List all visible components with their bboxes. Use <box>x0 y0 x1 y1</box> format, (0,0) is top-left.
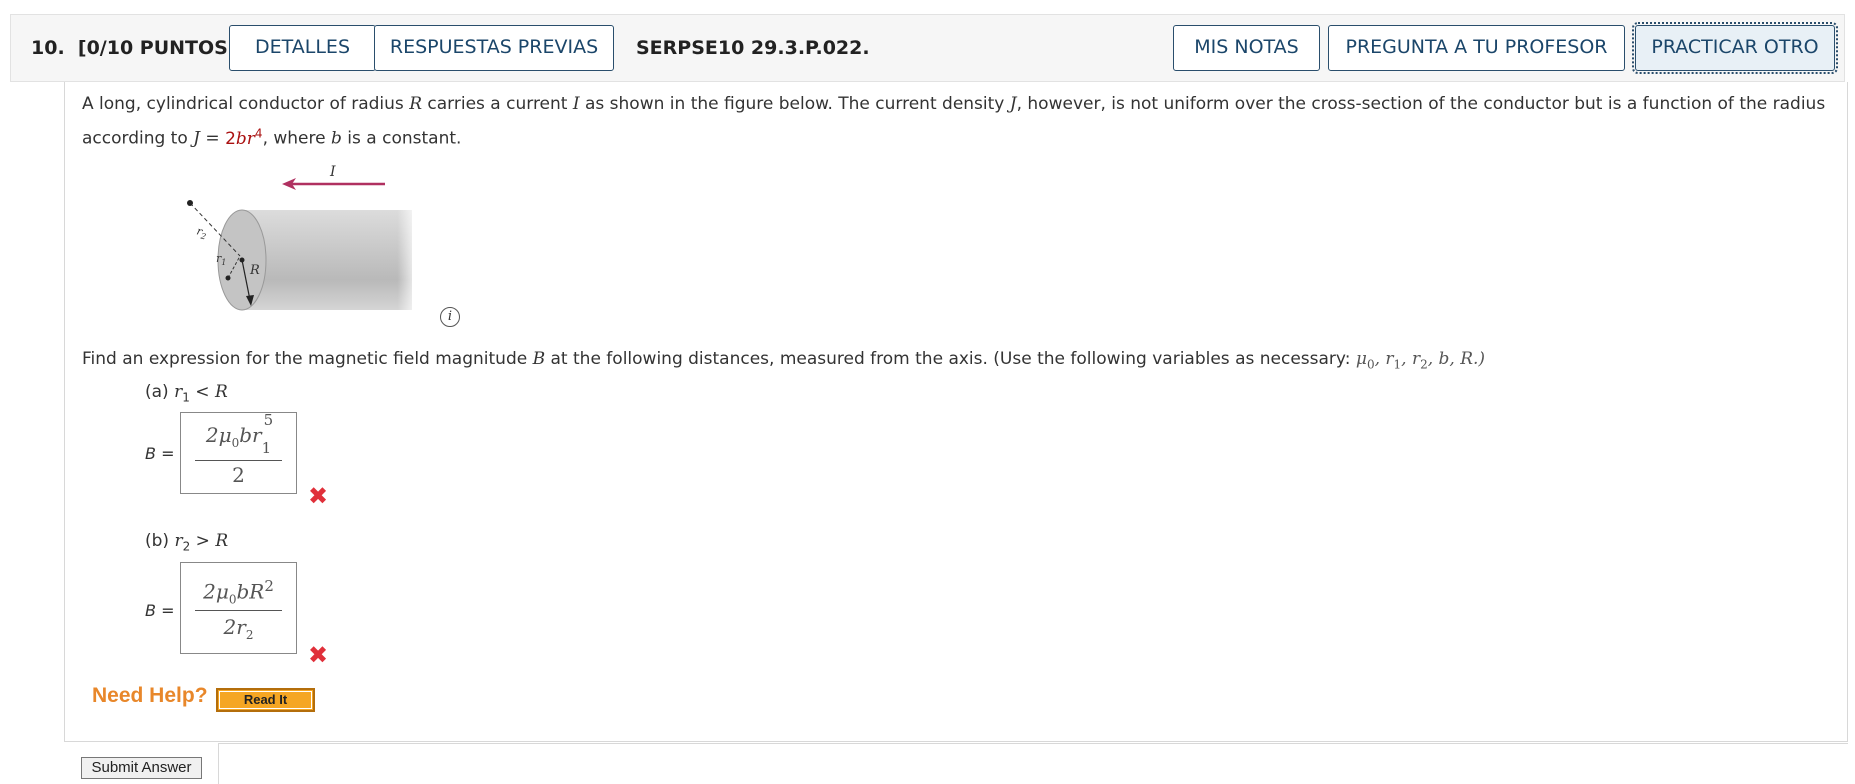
submit-answer-button[interactable]: Submit Answer <box>81 757 202 779</box>
need-help-label: Need Help? <box>92 684 208 707</box>
part-a-b-label: B = <box>145 444 175 463</box>
conductor-figure: I r2 r1 R <box>187 164 420 312</box>
problem-code: SERPSE10 29.3.P.022. <box>636 37 870 59</box>
part-b-answer-box[interactable]: 2μ0bR2 2r2 <box>180 562 297 654</box>
my-notes-button[interactable]: MIS NOTAS <box>1173 25 1320 71</box>
R-label: R <box>249 263 260 278</box>
part-b-denominator: 2r2 <box>223 615 254 642</box>
part-b-numerator: 2μ0bR2 <box>203 577 274 607</box>
divider-vertical <box>218 743 219 784</box>
part-a-incorrect-icon: ✖ <box>308 482 329 510</box>
part-b-label: (b) r2 > R <box>145 531 229 554</box>
question-number: 10. [0/10 PUNTOS] <box>31 37 237 59</box>
part-b-incorrect-icon: ✖ <box>308 641 329 669</box>
current-density-formula: 2br4 <box>225 126 263 149</box>
r2-label: r2 <box>195 224 209 241</box>
ask-teacher-button[interactable]: PREGUNTA A TU PROFESOR <box>1328 25 1625 71</box>
read-it-button[interactable]: Read It <box>216 688 315 712</box>
part-a-answer-box[interactable]: 2μ0br 5 1 2 <box>180 411 297 494</box>
problem-statement: A long, cylindrical conductor of radius … <box>82 94 1826 149</box>
divider <box>218 743 1848 744</box>
info-icon[interactable]: i <box>440 307 460 327</box>
part-a-label: (a) r1 < R <box>145 382 228 405</box>
part-b-b-label: B = <box>145 601 175 620</box>
previous-answers-button[interactable]: RESPUESTAS PREVIAS <box>374 25 614 71</box>
practice-another-button[interactable]: PRACTICAR OTRO <box>1632 22 1838 74</box>
question-header: 10. [0/10 PUNTOS] DETALLES RESPUESTAS PR… <box>10 14 1845 82</box>
part-a-denominator: 2 <box>232 463 245 487</box>
details-button[interactable]: DETALLES <box>229 25 376 71</box>
current-label: I <box>329 164 336 180</box>
instruction-text: Find an expression for the magnetic fiel… <box>82 349 1486 372</box>
part-a-numerator: 2μ0br 5 1 <box>205 411 274 457</box>
